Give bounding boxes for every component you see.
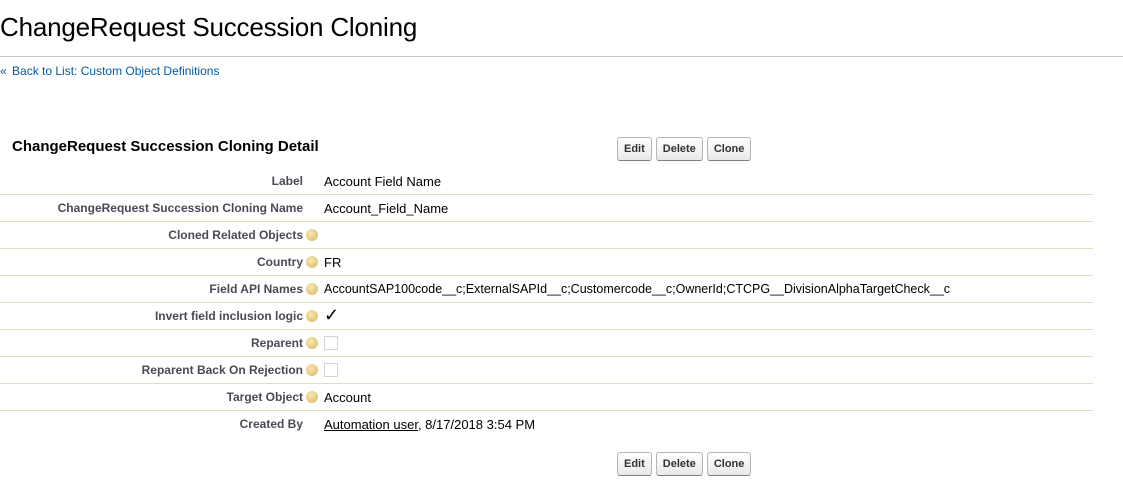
help-icon[interactable] (306, 229, 318, 241)
checkbox-checked-icon: ✓ (324, 304, 340, 325)
clone-button[interactable]: Clone (706, 137, 752, 161)
field-row-country: Country FR (0, 248, 1093, 276)
detail-section-title: ChangeRequest Succession Cloning Detail (12, 138, 319, 155)
title-divider (0, 56, 1123, 57)
help-icon[interactable] (306, 310, 318, 322)
field-value: Account (318, 383, 1093, 411)
field-row-cloned-related-objects: Cloned Related Objects (0, 221, 1093, 249)
checkbox-unchecked-icon (324, 362, 338, 377)
help-icon[interactable] (306, 283, 318, 295)
back-arrow-icon: « (0, 64, 7, 78)
help-icon[interactable] (306, 391, 318, 403)
detail-table: Label Account Field Name ChangeRequest S… (0, 168, 1093, 437)
field-value: FR (318, 248, 1093, 276)
field-value: Account Field Name (318, 168, 1093, 195)
field-row-field-api-names: Field API Names AccountSAP100code__c;Ext… (0, 275, 1093, 303)
field-label: Reparent Back On Rejection (141, 363, 303, 377)
help-icon[interactable] (306, 364, 318, 376)
field-row-invert-logic: Invert field inclusion logic ✓ (0, 302, 1093, 330)
field-label: Cloned Related Objects (168, 228, 303, 242)
page-title: ChangeRequest Succession Cloning (0, 12, 418, 42)
field-label: Field API Names (209, 282, 303, 296)
help-icon[interactable] (306, 256, 318, 268)
clone-button[interactable]: Clone (706, 452, 752, 476)
field-value: Account_Field_Name (318, 194, 1093, 222)
edit-button[interactable]: Edit (617, 452, 652, 476)
field-row-label: Label Account Field Name (0, 168, 1093, 195)
field-label: Reparent (250, 336, 303, 350)
field-row-name: ChangeRequest Succession Cloning Name Ac… (0, 194, 1093, 222)
field-label: Created By (239, 417, 303, 431)
created-date: , 8/17/2018 3:54 PM (417, 416, 536, 432)
delete-button[interactable]: Delete (655, 137, 703, 161)
field-label: Label (271, 174, 303, 188)
created-by-user-link[interactable]: Automation user (324, 417, 418, 432)
field-label: ChangeRequest Succession Cloning Name (57, 201, 303, 215)
checkbox-unchecked-icon (324, 335, 338, 350)
field-row-target-object: Target Object Account (0, 383, 1093, 411)
field-label: Country (257, 255, 303, 269)
help-icon[interactable] (306, 337, 318, 349)
field-label: Target Object (226, 390, 303, 404)
field-row-created-by: Created By Automation user, 8/17/2018 3:… (0, 411, 1093, 438)
bottom-button-bar: Edit Delete Clone (617, 452, 752, 476)
field-row-reparent-back: Reparent Back On Rejection (0, 356, 1093, 384)
top-button-bar: Edit Delete Clone (617, 137, 752, 161)
delete-button[interactable]: Delete (655, 452, 703, 476)
back-to-list-link[interactable]: « Back to List: Custom Object Definition… (0, 64, 219, 78)
field-value: AccountSAP100code__c;ExternalSAPId__c;Cu… (318, 275, 1093, 303)
edit-button[interactable]: Edit (617, 137, 652, 161)
field-label: Invert field inclusion logic (154, 309, 303, 323)
back-to-list-label[interactable]: Back to List: Custom Object Definitions (12, 64, 219, 78)
field-row-reparent: Reparent (0, 329, 1093, 357)
field-value (318, 221, 1093, 249)
